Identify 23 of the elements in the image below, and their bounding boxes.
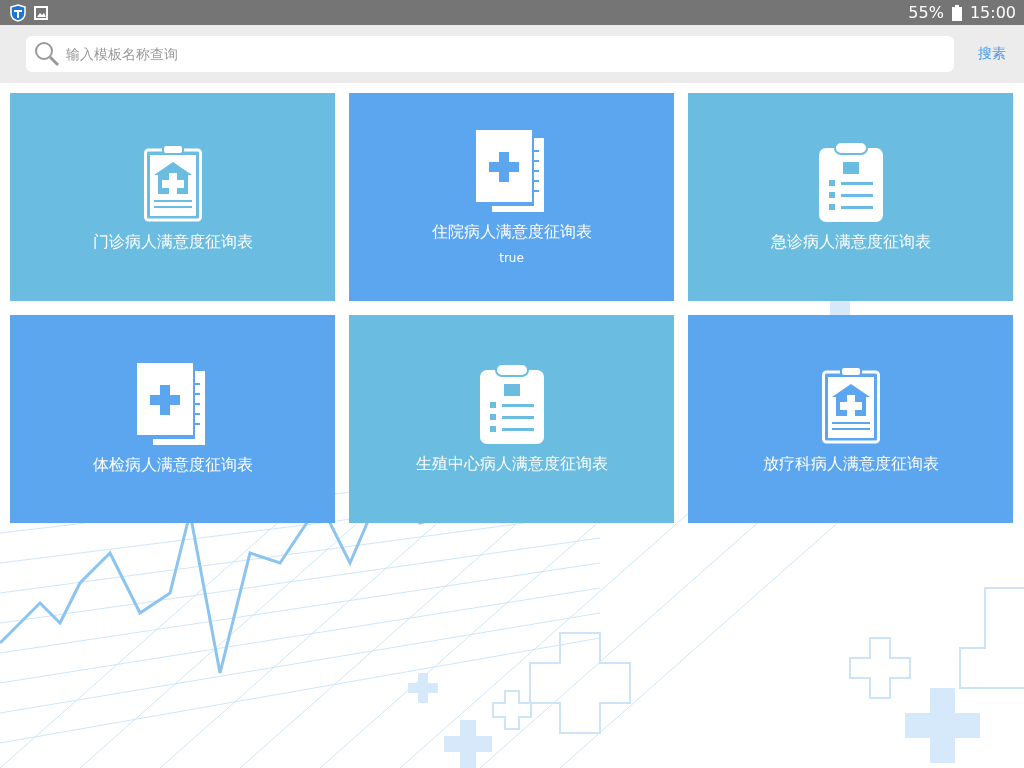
- form-card[interactable]: 放疗科病人满意度征询表: [688, 315, 1013, 523]
- card-title: 住院病人满意度征询表: [431, 221, 592, 243]
- form-card[interactable]: 门诊病人满意度征询表: [10, 93, 335, 301]
- clock-time: 15:00: [969, 3, 1016, 22]
- shield-icon: [10, 3, 26, 22]
- form-card[interactable]: 住院病人满意度征询表 true: [349, 93, 674, 301]
- form-card[interactable]: 体检病人满意度征询表: [10, 315, 335, 523]
- image-icon: [34, 5, 48, 20]
- card-title: 急诊病人满意度征询表: [770, 231, 931, 253]
- battery-icon: [951, 4, 962, 21]
- search-button[interactable]: 搜素: [978, 45, 1006, 63]
- card-title: 生殖中心病人满意度征询表: [415, 453, 608, 475]
- battery-percent: 55%: [908, 3, 944, 22]
- card-subtitle: true: [499, 250, 524, 265]
- form-card[interactable]: 生殖中心病人满意度征询表: [349, 315, 674, 523]
- card-title: 门诊病人满意度征询表: [92, 231, 253, 253]
- card-title: 体检病人满意度征询表: [92, 454, 253, 476]
- search-field[interactable]: 输入模板名称查询: [26, 36, 954, 72]
- form-card[interactable]: 急诊病人满意度征询表: [688, 93, 1013, 301]
- cross-outline: [849, 637, 911, 699]
- clipboard-icon: [479, 363, 544, 444]
- card-title: 放疗科病人满意度征询表: [762, 453, 939, 475]
- clipboard-icon: [818, 141, 883, 222]
